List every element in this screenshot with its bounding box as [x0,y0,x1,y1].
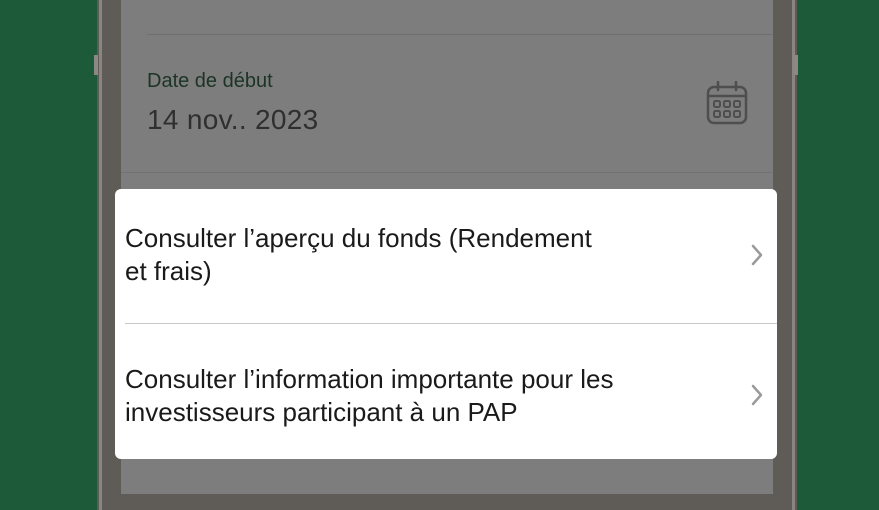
sheet-divider [125,323,777,324]
pap-investor-info-label: Consulter l’information importante pour … [125,363,685,429]
pap-investor-info-link[interactable]: Consulter l’information importante pour … [115,325,777,459]
field-divider [147,34,773,35]
start-date-value[interactable]: 14 nov.. 2023 [147,104,319,136]
field-divider-lower [121,172,773,173]
phone-side-button-right [794,55,798,75]
chevron-right-icon [751,244,763,266]
phone-side-button-left [94,55,98,75]
calendar-icon[interactable] [706,81,748,125]
pap-investor-info-label-line2: investisseurs participant à un PAP [125,397,518,427]
start-date-label: Date de début [147,70,273,92]
fund-overview-label-line1: Consulter l’aperçu du fonds (Rendement [125,223,592,253]
pap-investor-info-label-line1: Consulter l’information importante pour … [125,364,614,394]
chevron-right-icon [751,384,763,406]
fund-overview-label: Consulter l’aperçu du fonds (Rendement e… [125,222,685,288]
fund-overview-link[interactable]: Consulter l’aperçu du fonds (Rendement e… [115,189,777,324]
fund-overview-label-line2: et frais) [125,256,212,286]
action-sheet: Consulter l’aperçu du fonds (Rendement e… [115,189,777,459]
